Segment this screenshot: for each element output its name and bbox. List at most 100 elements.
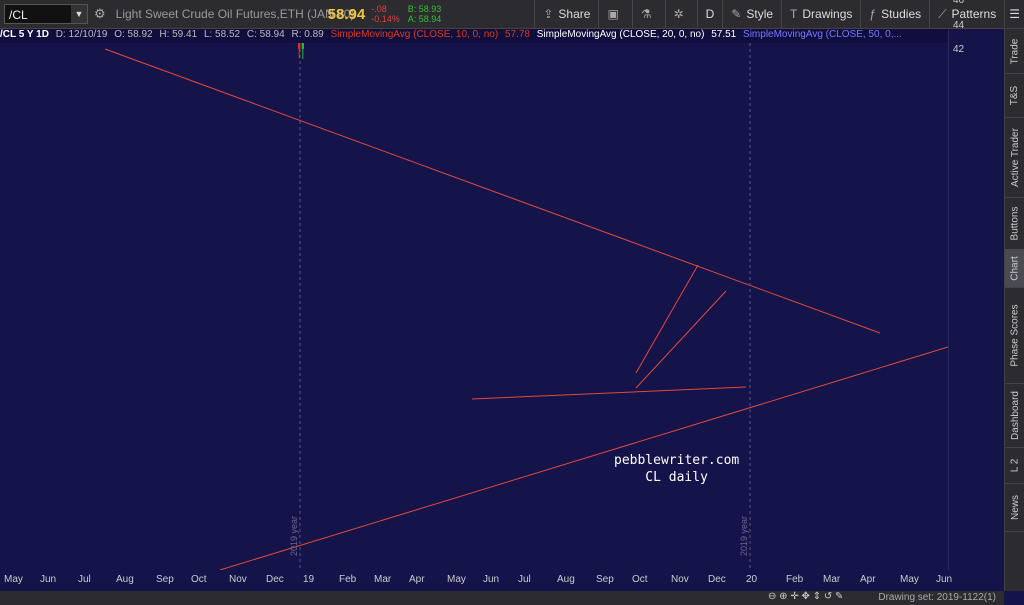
time-tick: Aug xyxy=(116,574,134,585)
drawings-label: Drawings xyxy=(802,7,853,21)
studies-icon: ƒ xyxy=(869,7,877,21)
patterns-icon: ⟋ xyxy=(938,6,947,21)
bar-range: R: 0.89 xyxy=(291,29,324,40)
time-tick: May xyxy=(4,574,23,585)
zoom-in-icon[interactable]: ⊕ xyxy=(779,591,787,602)
chart-background xyxy=(0,43,948,570)
more-icon: ☰ xyxy=(1009,7,1020,21)
time-tick: Feb xyxy=(339,574,357,585)
style-button[interactable]: ✎ Style xyxy=(722,0,781,28)
price-chart[interactable]: 2019 year 2019 year xyxy=(0,43,948,570)
time-tick: Aug xyxy=(557,574,575,585)
scale-icon[interactable]: ⇕ xyxy=(813,591,821,602)
sidebar-tab[interactable]: News xyxy=(1005,483,1024,532)
studies-label: Studies xyxy=(881,7,922,21)
aggregation-button[interactable]: D xyxy=(696,0,723,28)
reset-icon[interactable]: ↺ xyxy=(824,591,832,602)
watermark-site: pebblewriter.com xyxy=(614,453,740,468)
sma20-label[interactable]: SimpleMovingAvg (CLOSE, 20, 0, no) xyxy=(537,29,705,40)
aggregation-label: D xyxy=(705,7,715,21)
sidebar-tab-label: Buttons xyxy=(1009,206,1021,240)
gear-icon: ✲ xyxy=(673,7,684,21)
last-price: 58.94 xyxy=(327,5,366,23)
bar-high: H: 59.41 xyxy=(159,29,198,40)
time-axis[interactable]: May Jun Jul Aug Sep Oct Nov Dec 19 Feb Mar Apr May Ju… xyxy=(0,570,952,591)
share-button[interactable]: ⇪ Share xyxy=(534,0,598,28)
time-tick: Oct xyxy=(191,574,207,585)
candle-body xyxy=(301,43,304,49)
share-label: Share xyxy=(558,7,591,21)
sma10-label[interactable]: SimpleMovingAvg (CLOSE, 10, 0, no) xyxy=(331,29,499,40)
sidebar-tab-label: Phase Scores xyxy=(1009,303,1021,367)
price-axis[interactable]: 7876747270686664626058565452504846444258… xyxy=(948,0,1005,570)
sidebar-tab[interactable]: Chart xyxy=(1005,249,1024,288)
price-tick: 46 xyxy=(953,0,965,7)
sidebar-tab-label: Chart xyxy=(1009,255,1021,281)
year-marker-label: 2019 year xyxy=(739,516,749,556)
patterns-button[interactable]: ⟋ Patterns xyxy=(929,0,1004,28)
sidebar-tab[interactable]: Active Trader xyxy=(1005,117,1024,198)
snapshot-button[interactable]: ▣ xyxy=(598,0,631,28)
time-tick: Nov xyxy=(671,574,689,585)
price-tick: 42 xyxy=(953,44,965,56)
sidebar-tab-label: News xyxy=(1009,494,1021,520)
gear-icon[interactable]: ⚙ xyxy=(94,6,106,22)
sidebar-tab-label: T&S xyxy=(1009,85,1021,105)
sidebar-tab-label: Dashboard xyxy=(1009,390,1021,440)
symbol-input[interactable]: /CL ▼ xyxy=(4,4,88,24)
time-tick: Apr xyxy=(409,574,425,585)
time-tick: Mar xyxy=(823,574,841,585)
crosshair-icon[interactable]: ✛ xyxy=(790,591,798,602)
time-tick: Jun xyxy=(40,574,57,585)
flask-button[interactable]: ⚗ xyxy=(631,0,665,28)
sidebar-tab[interactable]: Trade xyxy=(1005,29,1024,74)
sma10-value: 57.78 xyxy=(504,29,530,40)
watermark: pebblewriter.com CL daily xyxy=(614,452,739,486)
drawing-icon[interactable]: ✎ xyxy=(835,591,843,602)
studies-button[interactable]: ƒ Studies xyxy=(860,0,929,28)
share-icon: ⇪ xyxy=(543,7,554,21)
drawings-button[interactable]: T Drawings xyxy=(781,0,860,28)
price-tick: 44 xyxy=(953,19,965,31)
camera-icon: ▣ xyxy=(607,7,619,21)
time-tick: Nov xyxy=(229,574,247,585)
style-icon: ✎ xyxy=(731,7,742,21)
bar-close: C: 58.94 xyxy=(246,29,285,40)
status-bar: ⊖ ⊕ ✛ ✥ ⇕ ↺ ✎ Drawing set: 2019-1122(1) xyxy=(0,591,1004,605)
top-toolbar: /CL ▼ ⚙ Light Sweet Crude Oil Futures,ET… xyxy=(0,0,1024,29)
time-tick: Feb xyxy=(786,574,804,585)
chart-info-bar: /CL 5 Y 1D D: 12/10/19 O: 58.92 H: 59.41… xyxy=(0,29,948,43)
ask-price: A: 58.94 xyxy=(407,14,442,24)
sidebar-tab[interactable]: Phase Scores xyxy=(1005,287,1024,384)
chevron-down-icon[interactable]: ▼ xyxy=(71,5,87,23)
watermark-caption: CL daily xyxy=(645,470,708,485)
sma20-value: 57.51 xyxy=(711,29,737,40)
sidebar-tab-label: Active Trader xyxy=(1009,127,1021,187)
time-tick: Dec xyxy=(708,574,726,585)
bar-date: D: 12/10/19 xyxy=(55,29,108,40)
sidebar-tab-label: L 2 xyxy=(1009,458,1021,472)
status-icons: ⊖ ⊕ ✛ ✥ ⇕ ↺ ✎ xyxy=(768,591,843,602)
sidebar-tab[interactable]: L 2 xyxy=(1005,447,1024,484)
time-tick: Mar xyxy=(374,574,392,585)
sidebar-tab-label: Trade xyxy=(1009,38,1021,64)
more-button[interactable]: ☰ xyxy=(1004,0,1024,28)
time-tick: Jul xyxy=(78,574,91,585)
time-tick: Sep xyxy=(156,574,174,585)
zoom-out-icon[interactable]: ⊖ xyxy=(768,591,776,602)
time-tick: Jul xyxy=(518,574,531,585)
sidebar-tab[interactable]: Dashboard xyxy=(1005,383,1024,448)
sidebar-tab[interactable]: T&S xyxy=(1005,73,1024,118)
time-tick: Dec xyxy=(266,574,284,585)
drawing-set[interactable]: Drawing set: 2019-1122(1) xyxy=(878,592,996,603)
right-sidebar: Trade T&S Active Trader Buttons Chart Phase S… xyxy=(1004,29,1024,591)
pan-icon[interactable]: ✥ xyxy=(802,591,810,602)
time-tick: Oct xyxy=(632,574,648,585)
bid-ask-block: B: 58.93 A: 58.94 xyxy=(408,4,442,24)
symbol-text: /CL xyxy=(9,8,28,22)
bar-open: O: 58.92 xyxy=(114,29,153,40)
percent-change: -0.14% xyxy=(371,14,400,24)
settings-button[interactable]: ✲ xyxy=(664,0,697,28)
sma50-label[interactable]: SimpleMovingAvg (CLOSE, 50, 0,... xyxy=(743,29,902,40)
sidebar-tab[interactable]: Buttons xyxy=(1005,197,1024,250)
